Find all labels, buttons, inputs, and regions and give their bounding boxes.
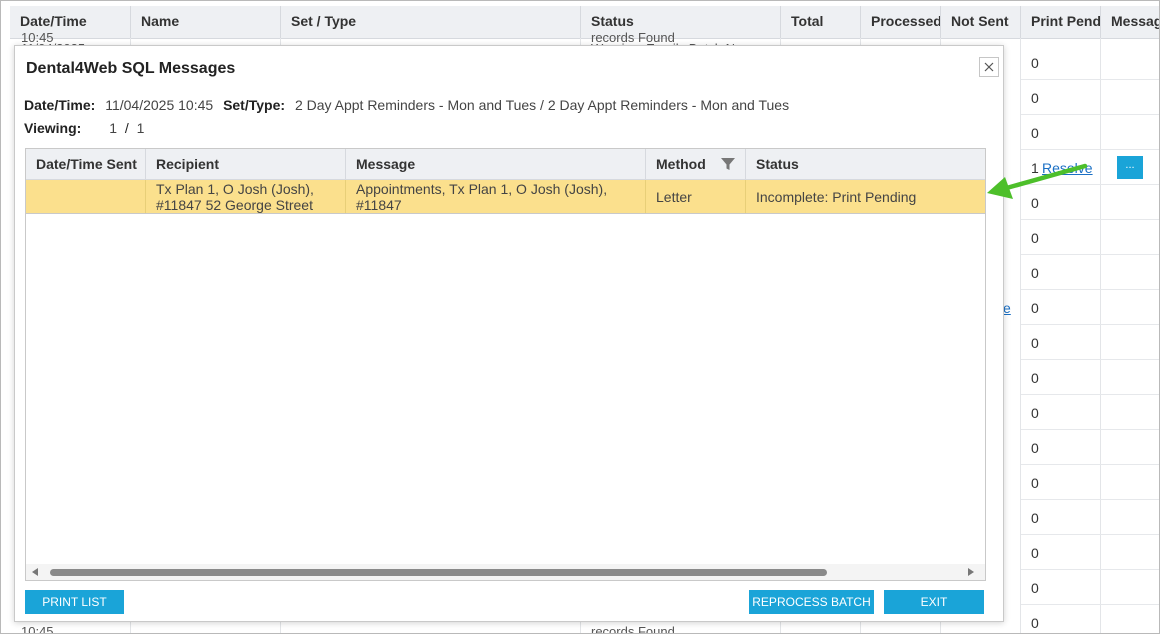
col-message[interactable]: Message — [346, 149, 646, 179]
print-pending-value: 0 — [1031, 335, 1039, 351]
table-row[interactable]: Tx Plan 1, O Josh (Josh), #11847 52 Geor… — [26, 180, 985, 214]
row-divider — [1021, 219, 1159, 220]
print-pending-value: 0 — [1031, 370, 1039, 386]
settype-label: Set/Type: — [223, 97, 286, 113]
bg-col-message[interactable]: Messag — [1101, 6, 1159, 38]
print-pending-value: 0 — [1031, 90, 1039, 106]
messages-table: Date/Time Sent Recipient Message Method … — [25, 148, 986, 581]
row-divider — [1021, 569, 1159, 570]
scrollbar-thumb[interactable] — [50, 569, 827, 576]
print-pending-value: 0 — [1031, 125, 1039, 141]
row-divider — [1021, 429, 1159, 430]
row-divider — [1021, 114, 1159, 115]
print-pending-value: 0 — [1031, 510, 1039, 526]
row-divider — [1021, 534, 1159, 535]
close-icon — [984, 62, 994, 72]
print-pending-value: 0 — [1031, 230, 1039, 246]
reprocess-batch-button[interactable]: REPROCESS BATCH — [749, 590, 874, 614]
cell-recipient: Tx Plan 1, O Josh (Josh), #11847 52 Geor… — [146, 180, 346, 213]
scroll-left-icon[interactable] — [32, 568, 38, 576]
bg-col-print-pending[interactable]: Print Pending — [1021, 6, 1101, 38]
print-pending-value: 0 — [1031, 545, 1039, 561]
horizontal-scrollbar[interactable] — [26, 564, 985, 580]
print-pending-value: 0 — [1031, 615, 1039, 631]
print-pending-value: 0 — [1031, 300, 1039, 316]
row-divider — [1021, 324, 1159, 325]
message-details-button[interactable]: ... — [1117, 156, 1143, 179]
row-divider — [1021, 289, 1159, 290]
bg-divider — [1100, 38, 1101, 633]
cell-message: Appointments, Tx Plan 1, O Josh (Josh), … — [346, 180, 646, 213]
row-divider — [1021, 464, 1159, 465]
bg-col-processed[interactable]: Processed — [861, 6, 941, 38]
bg-col-settype[interactable]: Set / Type — [281, 6, 581, 38]
print-pending-value: 0 — [1031, 580, 1039, 596]
cell-status: Incomplete: Print Pending — [756, 188, 917, 205]
viewing-label: Viewing: — [24, 120, 82, 136]
sql-messages-dialog: Dental4Web SQL Messages Date/Time: 11/04… — [14, 45, 1004, 622]
datetime-value: 11/04/2025 10:45 — [105, 97, 214, 113]
dialog-title: Dental4Web SQL Messages — [26, 60, 236, 77]
cell-method: Letter — [646, 180, 746, 213]
print-pending-value: 0 — [1031, 55, 1039, 71]
row-divider — [1021, 149, 1159, 150]
background-grid-header: Date/Time Name Set / Type Status Total P… — [10, 6, 1159, 39]
viewing-row: Viewing: 1 / 1 — [24, 120, 144, 136]
bg-cell-status: records Found — [591, 624, 675, 634]
row-divider — [1021, 604, 1159, 605]
viewing-total: 1 — [136, 120, 145, 136]
bg-col-name[interactable]: Name — [131, 6, 281, 38]
bg-col-not-sent[interactable]: Not Sent — [941, 6, 1021, 38]
annotation-arrow-icon — [987, 163, 1088, 199]
print-pending-value: 0 — [1031, 265, 1039, 281]
table-header: Date/Time Sent Recipient Message Method … — [26, 149, 985, 180]
viewing-separator: / — [124, 120, 129, 136]
settype-value: 2 Day Appt Reminders - Mon and Tues / 2 … — [294, 97, 790, 113]
app-frame: Date/Time Name Set / Type Status Total P… — [0, 0, 1160, 634]
row-divider — [1021, 254, 1159, 255]
resolve-link-partial[interactable]: e — [1003, 300, 1011, 316]
row-divider — [1021, 499, 1159, 500]
row-divider — [1021, 394, 1159, 395]
close-button[interactable] — [979, 57, 999, 77]
print-pending-value: 0 — [1031, 475, 1039, 491]
col-status[interactable]: Status — [746, 149, 985, 179]
col-recipient[interactable]: Recipient — [146, 149, 346, 179]
bg-col-total[interactable]: Total — [781, 6, 861, 38]
batch-info-row: Date/Time: 11/04/2025 10:45 Set/Type: 2 … — [24, 97, 789, 113]
bg-divider — [1020, 38, 1021, 633]
exit-button[interactable]: EXIT — [884, 590, 984, 614]
filter-icon[interactable] — [720, 156, 736, 172]
print-pending-value: 0 — [1031, 440, 1039, 456]
viewing-current: 1 — [109, 120, 117, 136]
print-pending-value: 0 — [1031, 405, 1039, 421]
bg-cell-datetime: 10:45 — [21, 624, 54, 634]
print-list-button[interactable]: PRINT LIST — [25, 590, 124, 614]
datetime-label: Date/Time: — [24, 97, 96, 113]
scroll-right-icon[interactable] — [968, 568, 974, 576]
col-datetime-sent[interactable]: Date/Time Sent — [26, 149, 146, 179]
cell-datetime-sent — [26, 180, 146, 213]
row-divider — [1021, 79, 1159, 80]
row-divider — [1021, 359, 1159, 360]
